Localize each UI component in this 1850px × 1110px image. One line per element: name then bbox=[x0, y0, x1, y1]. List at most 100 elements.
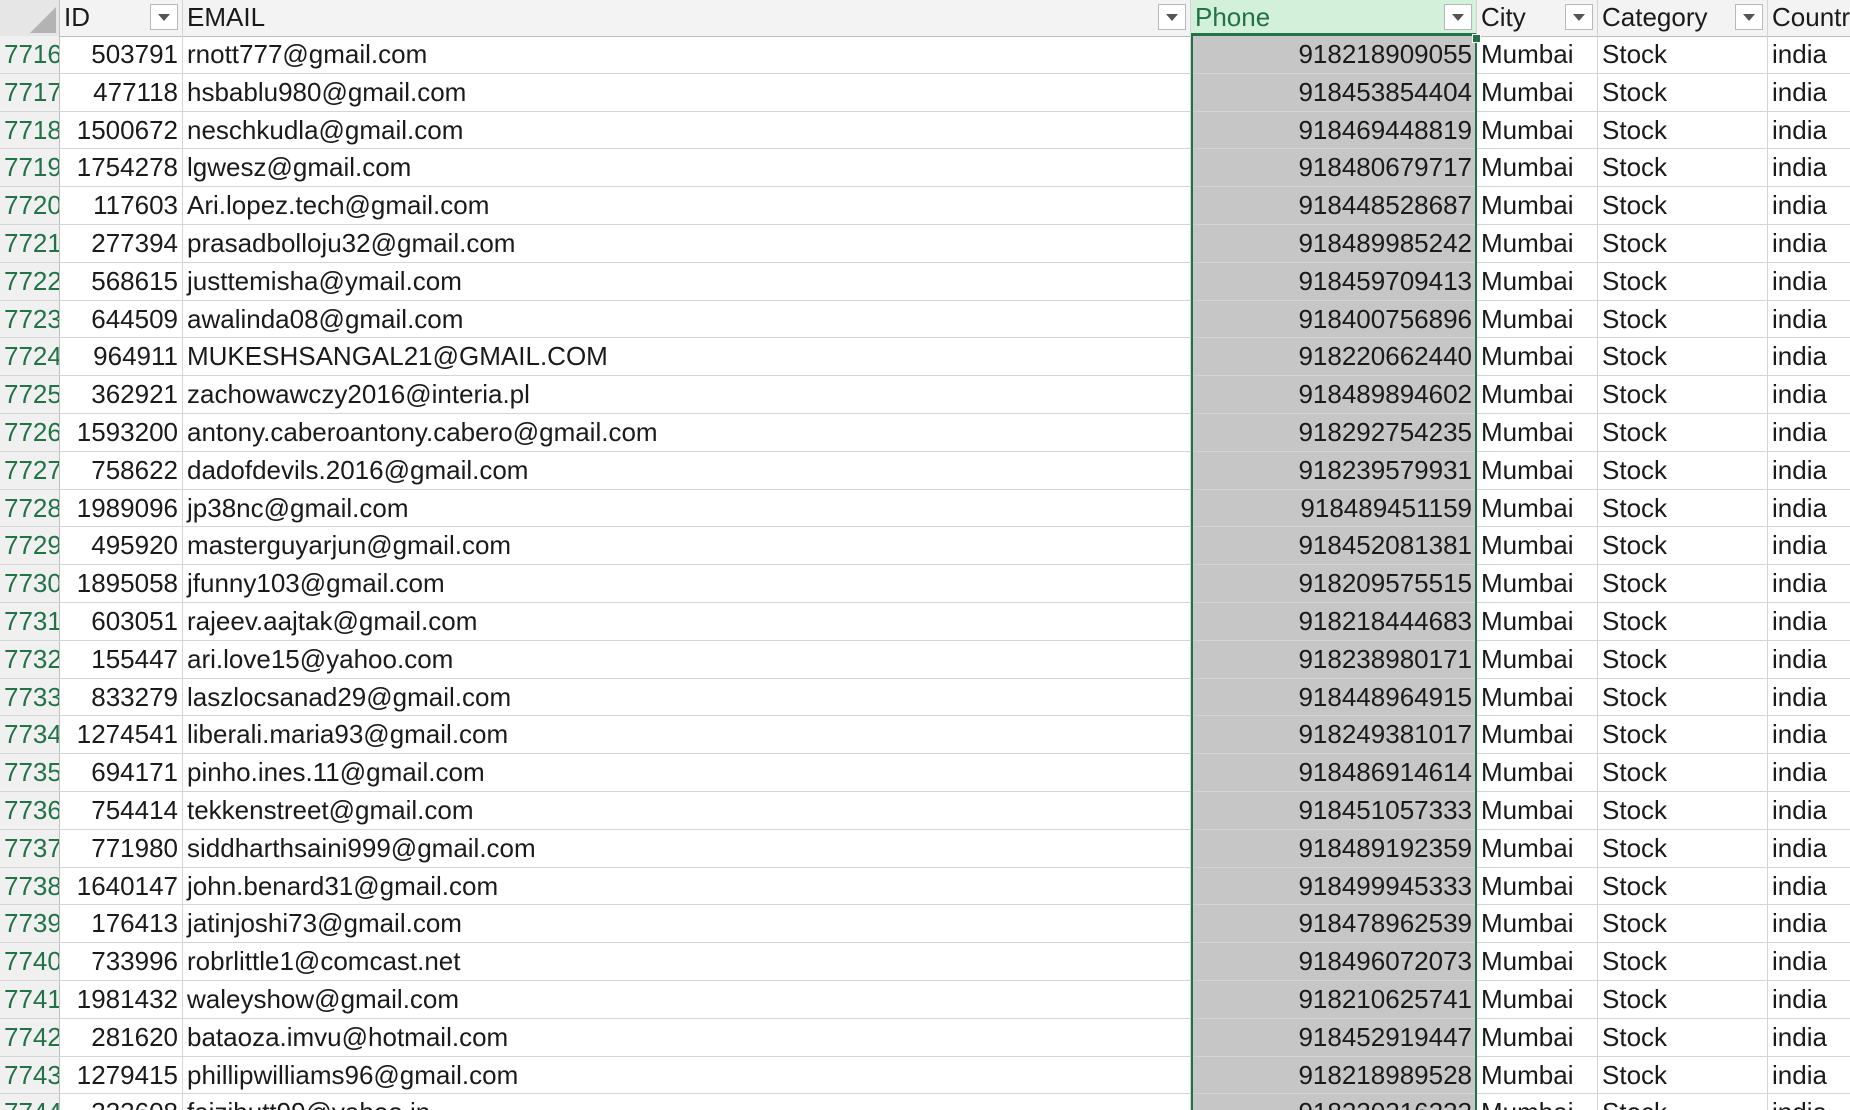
cell-city[interactable]: Mumbai bbox=[1477, 149, 1598, 187]
row-number[interactable]: 7732 bbox=[0, 640, 60, 678]
cell-country[interactable]: india bbox=[1768, 981, 1850, 1018]
cell-id[interactable]: 644509 bbox=[60, 300, 183, 338]
cell-phone[interactable]: 918238980171 bbox=[1191, 640, 1477, 678]
cell-category[interactable]: Stock bbox=[1598, 414, 1768, 451]
cell-email[interactable]: masterguyarjun@gmail.com bbox=[183, 527, 1191, 565]
cell-category[interactable]: Stock bbox=[1598, 943, 1768, 980]
cell-country[interactable]: india bbox=[1768, 414, 1850, 451]
row-number[interactable]: 7728 bbox=[0, 489, 60, 527]
select-all-corner[interactable] bbox=[0, 0, 60, 36]
cell-category[interactable]: Stock bbox=[1598, 678, 1768, 716]
cell-country[interactable]: india bbox=[1768, 527, 1850, 564]
cell-email[interactable]: jp38nc@gmail.com bbox=[183, 489, 1191, 527]
cell-city[interactable]: Mumbai bbox=[1477, 489, 1598, 527]
cell-country[interactable]: india bbox=[1768, 792, 1850, 829]
cell-country[interactable]: india bbox=[1768, 1057, 1850, 1094]
table-row[interactable]: 7738 1640147 john.benard31@gmail.com 918499… bbox=[0, 867, 1850, 906]
table-row[interactable]: 7726 1593200 antony.caberoantony.cabero@gm… bbox=[0, 414, 1850, 452]
row-number[interactable]: 7733 bbox=[0, 678, 60, 716]
cell-phone[interactable]: 918489451159 bbox=[1191, 489, 1477, 527]
table-row[interactable]: 7725 362921 zachowawczy2016@interia.pl 9184… bbox=[0, 376, 1850, 414]
cell-id[interactable]: 1981432 bbox=[60, 981, 183, 1018]
cell-phone[interactable]: 918218444683 bbox=[1191, 603, 1477, 640]
cell-id[interactable]: 155447 bbox=[60, 640, 183, 678]
cell-email[interactable]: Ari.lopez.tech@gmail.com bbox=[183, 187, 1191, 224]
table-row[interactable]: 7735 694171 pinho.ines.11@gmail.com 9184869… bbox=[0, 754, 1850, 792]
cell-email[interactable]: waleyshow@gmail.com bbox=[183, 981, 1191, 1018]
cell-phone[interactable]: 918448964915 bbox=[1191, 678, 1477, 716]
cell-phone[interactable]: 918486914614 bbox=[1191, 754, 1477, 791]
cell-city[interactable]: Mumbai bbox=[1477, 905, 1598, 943]
cell-category[interactable]: Stock bbox=[1598, 905, 1768, 943]
table-row[interactable]: 7742 281620 bataoza.imvu@hotmail.com 918452… bbox=[0, 1018, 1850, 1057]
cell-city[interactable]: Mumbai bbox=[1477, 1094, 1598, 1110]
row-number[interactable]: 7719 bbox=[0, 149, 60, 187]
cell-category[interactable]: Stock bbox=[1598, 867, 1768, 905]
cell-category[interactable]: Stock bbox=[1598, 36, 1768, 73]
cell-category[interactable]: Stock bbox=[1598, 73, 1768, 111]
cell-country[interactable]: india bbox=[1768, 641, 1850, 678]
cell-email[interactable]: phillipwilliams96@gmail.com bbox=[183, 1056, 1191, 1094]
table-row[interactable]: 7743 1279415 phillipwilliams96@gmail.com 91… bbox=[0, 1056, 1850, 1095]
header-email[interactable]: EMAIL bbox=[183, 0, 1191, 36]
cell-id[interactable]: 477118 bbox=[60, 73, 183, 111]
header-country[interactable]: Country bbox=[1768, 0, 1850, 36]
cell-country[interactable]: india bbox=[1768, 1019, 1850, 1056]
cell-category[interactable]: Stock bbox=[1598, 149, 1768, 187]
cell-id[interactable]: 771980 bbox=[60, 829, 183, 867]
row-number[interactable]: 7742 bbox=[0, 1018, 60, 1056]
cell-phone[interactable]: 918400756896 bbox=[1191, 300, 1477, 338]
cell-id[interactable]: 568615 bbox=[60, 262, 183, 300]
row-number[interactable]: 7721 bbox=[0, 225, 60, 262]
cell-email[interactable]: john.benard31@gmail.com bbox=[183, 867, 1191, 905]
cell-category[interactable]: Stock bbox=[1598, 225, 1768, 262]
cell-phone[interactable]: 918478962539 bbox=[1191, 905, 1477, 943]
cell-id[interactable]: 1895058 bbox=[60, 565, 183, 602]
row-number[interactable]: 7730 bbox=[0, 565, 60, 602]
table-row[interactable]: 7721 277394 prasadbolloju32@gmail.com 91848… bbox=[0, 225, 1850, 263]
cell-category[interactable]: Stock bbox=[1598, 603, 1768, 640]
cell-category[interactable]: Stock bbox=[1598, 338, 1768, 376]
cell-category[interactable]: Stock bbox=[1598, 792, 1768, 829]
table-row[interactable]: 7741 1981432 waleyshow@gmail.com 9182106257… bbox=[0, 981, 1850, 1019]
table-row[interactable]: 7718 1500672 neschkudla@gmail.com 918469448… bbox=[0, 111, 1850, 150]
cell-phone[interactable]: 918453854404 bbox=[1191, 73, 1477, 111]
cell-city[interactable]: Mumbai bbox=[1477, 414, 1598, 451]
table-row[interactable]: 7727 758622 dadofdevils.2016@gmail.com 9182… bbox=[0, 451, 1850, 490]
cell-country[interactable]: india bbox=[1768, 565, 1850, 602]
header-id[interactable]: ID bbox=[60, 0, 183, 36]
cell-country[interactable]: india bbox=[1768, 830, 1850, 867]
cell-id[interactable]: 754414 bbox=[60, 792, 183, 829]
cell-phone[interactable]: 918448528687 bbox=[1191, 187, 1477, 224]
table-row[interactable]: 7723 644509 awalinda08@gmail.com 9184007568… bbox=[0, 300, 1850, 339]
cell-email[interactable]: dadofdevils.2016@gmail.com bbox=[183, 451, 1191, 489]
cell-id[interactable]: 332608 bbox=[60, 1094, 183, 1110]
cell-email[interactable]: awalinda08@gmail.com bbox=[183, 300, 1191, 338]
cell-id[interactable]: 503791 bbox=[60, 36, 183, 73]
filter-button-phone[interactable] bbox=[1444, 4, 1472, 30]
row-number[interactable]: 7740 bbox=[0, 943, 60, 980]
cell-id[interactable]: 758622 bbox=[60, 451, 183, 489]
cell-id[interactable]: 1754278 bbox=[60, 149, 183, 187]
cell-phone[interactable]: 918292754235 bbox=[1191, 414, 1477, 451]
cell-country[interactable]: india bbox=[1768, 112, 1850, 149]
row-number[interactable]: 7743 bbox=[0, 1056, 60, 1094]
cell-email[interactable]: hsbablu980@gmail.com bbox=[183, 73, 1191, 111]
cell-city[interactable]: Mumbai bbox=[1477, 867, 1598, 905]
cell-email[interactable]: jfunny103@gmail.com bbox=[183, 565, 1191, 602]
table-row[interactable]: 7739 176413 jatinjoshi73@gmail.com 91847896… bbox=[0, 905, 1850, 944]
cell-country[interactable]: india bbox=[1768, 263, 1850, 300]
cell-city[interactable]: Mumbai bbox=[1477, 603, 1598, 640]
cell-country[interactable]: india bbox=[1768, 225, 1850, 262]
row-number[interactable]: 7720 bbox=[0, 187, 60, 224]
row-number[interactable]: 7738 bbox=[0, 867, 60, 905]
cell-email[interactable]: prasadbolloju32@gmail.com bbox=[183, 225, 1191, 262]
filter-button-id[interactable] bbox=[150, 4, 178, 30]
cell-city[interactable]: Mumbai bbox=[1477, 262, 1598, 300]
cell-email[interactable]: ari.love15@yahoo.com bbox=[183, 640, 1191, 678]
cell-email[interactable]: lgwesz@gmail.com bbox=[183, 149, 1191, 187]
cell-city[interactable]: Mumbai bbox=[1477, 111, 1598, 149]
cell-category[interactable]: Stock bbox=[1598, 376, 1768, 413]
cell-city[interactable]: Mumbai bbox=[1477, 300, 1598, 338]
row-number[interactable]: 7734 bbox=[0, 716, 60, 754]
